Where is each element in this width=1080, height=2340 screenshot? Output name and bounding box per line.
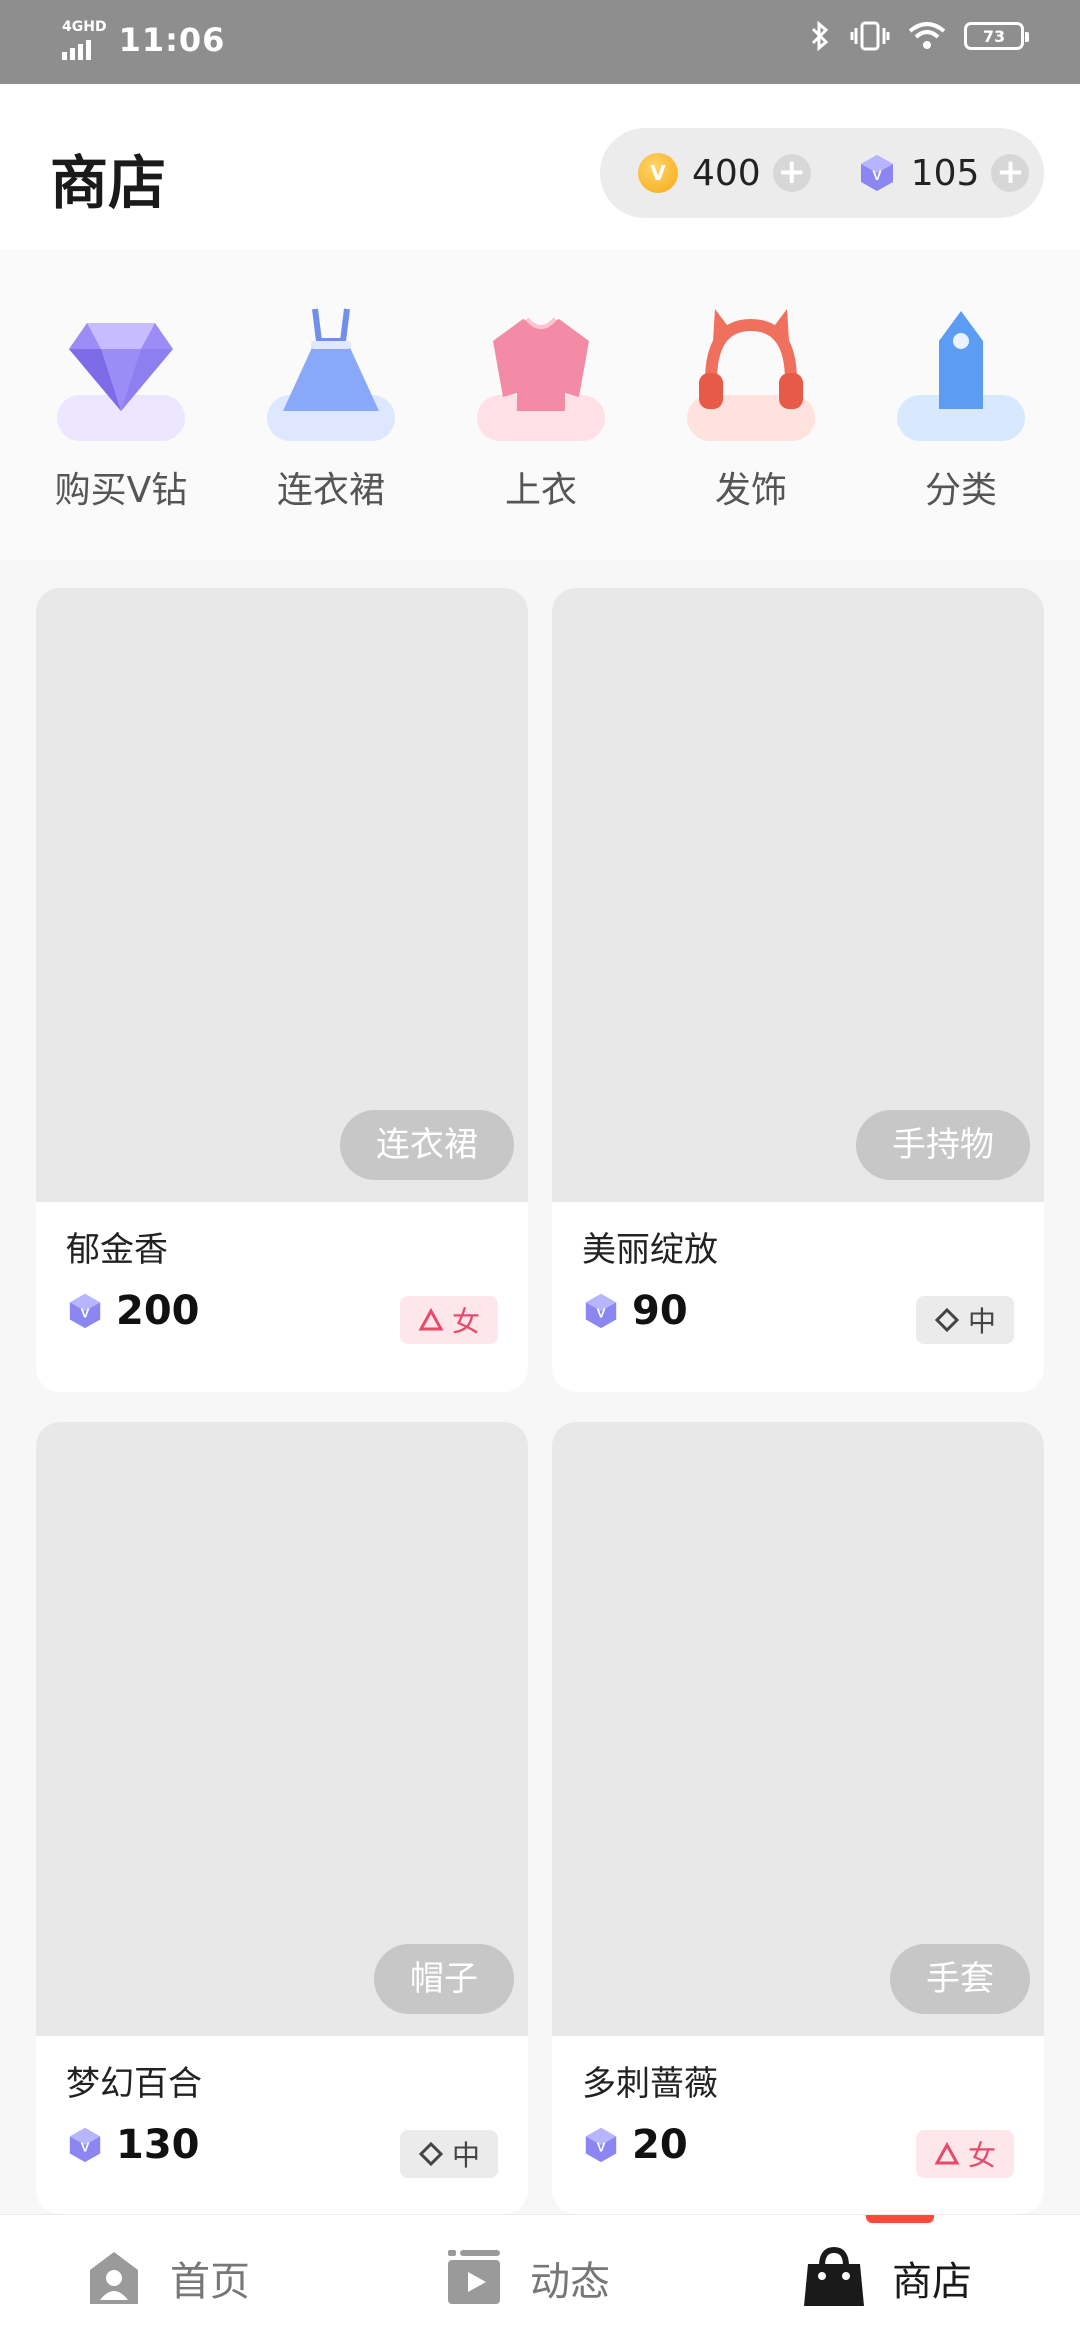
product-card[interactable]: 手持物 美丽绽放 V 90 中 [552,588,1044,1392]
category-top[interactable]: 上衣 [461,301,621,513]
diamond-icon [51,301,191,441]
nav-shop[interactable]: 商店 [800,2215,972,2340]
category-label: 购买V钻 [54,470,188,511]
product-image: 连衣裙 [36,588,528,1202]
tag-icon [891,301,1031,441]
diamond-gem-icon: V [857,153,897,193]
battery-icon: 73 [964,22,1029,50]
bottom-nav: 首页 动态 商店 [0,2214,1080,2340]
person-home-icon [90,2252,138,2304]
coin-icon: V [638,153,678,193]
product-type-tag: 手套 [890,1944,1030,2014]
vibrate-icon [850,21,890,51]
category-dress[interactable]: 连衣裙 [251,301,411,513]
product-price: 20 [632,2122,688,2168]
gender-badge: 中 [915,1296,1014,1344]
category-buy-diamonds[interactable]: 购买V钻 [41,301,201,513]
svg-text:V: V [872,167,882,183]
diamond-balance: 105 [910,152,980,194]
nav-home[interactable]: 首页 [82,2215,250,2340]
gender-badge: 中 [399,2130,498,2178]
product-card[interactable]: 手套 多刺蔷薇 V 20 女 [552,1422,1044,2214]
product-price: 90 [632,1288,688,1334]
gender-badge: 女 [399,1296,498,1344]
network-type: 4GHD [62,19,107,35]
product-image: 手持物 [552,588,1044,1202]
category-label: 连衣裙 [276,470,385,511]
wifi-icon [908,22,946,49]
triangle-icon [418,1307,444,1331]
category-classify[interactable]: 分类 [881,301,1041,513]
price-row: V 90 [582,1288,688,1334]
add-coins-button[interactable]: + [772,154,811,192]
product-type-tag: 手持物 [856,1110,1030,1180]
gender-label: 女 [451,1305,480,1338]
network-indicator: 4GHD [62,20,107,60]
svg-text:V: V [81,2140,90,2155]
price-row: V 130 [66,2122,200,2168]
product-card[interactable]: 连衣裙 郁金香 V 200 女 [36,588,528,1392]
add-diamonds-button[interactable]: + [991,154,1030,192]
page-title: 商店 [50,149,167,217]
status-bar: 4GHD 11:06 73 [0,0,1080,84]
category-hair-accessory[interactable]: 发饰 [671,301,831,513]
diamond-outline-icon [418,2141,444,2167]
product-name: 多刺蔷薇 [582,2064,718,2104]
nav-home-label: 首页 [170,2259,250,2305]
bluetooth-icon [811,20,829,52]
gender-badge: 女 [915,2130,1014,2178]
product-price: 200 [116,1288,200,1334]
gender-label: 中 [451,2139,480,2172]
diamond-gem-icon: V [585,2127,617,2163]
nav-feed[interactable]: 动态 [442,2215,610,2340]
product-image: 帽子 [36,1422,528,2036]
product-type-tag: 帽子 [374,1944,514,2014]
svg-text:V: V [81,1306,90,1321]
headphones-cat-ears-icon [681,301,821,441]
product-name: 梦幻百合 [66,2064,202,2104]
nav-shop-label: 商店 [892,2259,972,2305]
category-row: 购买V钻 连衣裙 上衣 发饰 分类 [0,249,1080,559]
product-type-tag: 连衣裙 [340,1110,514,1180]
diamond-gem-icon: V [585,1293,617,1329]
product-image: 手套 [552,1422,1044,2036]
diamond-gem-icon: V [69,1293,101,1329]
category-label: 分类 [924,470,997,511]
status-time: 11:06 [118,21,226,59]
price-row: V 200 [66,1288,200,1334]
diamond-gem-icon: V [69,2127,101,2163]
battery-level: 73 [982,26,1006,46]
gender-label: 女 [967,2139,996,2172]
product-price: 130 [116,2122,200,2168]
price-row: V 20 [582,2122,688,2168]
product-name: 郁金香 [66,1230,168,1270]
dress-icon [261,301,401,441]
category-label: 发饰 [714,470,787,511]
product-name: 美丽绽放 [582,1230,718,1270]
header: 商店 V 400 + V 105 + [0,84,1080,249]
status-left: 4GHD 11:06 [62,20,225,60]
gender-label: 中 [967,1305,996,1338]
video-play-icon [448,2250,500,2304]
svg-text:V: V [597,1306,606,1321]
triangle-icon [934,2141,960,2165]
signal-icon [62,34,91,60]
wallet: V 400 + V 105 + [600,128,1044,218]
diamond-outline-icon [934,1307,960,1333]
nav-feed-label: 动态 [530,2259,610,2305]
svg-text:V: V [597,2140,606,2155]
category-label: 上衣 [504,470,577,511]
coin-balance: 400 [692,152,761,194]
top-shirt-icon [471,301,611,441]
shopping-bag-icon [804,2246,864,2306]
status-right: 73 [808,20,1029,52]
product-card[interactable]: 帽子 梦幻百合 V 130 中 [36,1422,528,2214]
